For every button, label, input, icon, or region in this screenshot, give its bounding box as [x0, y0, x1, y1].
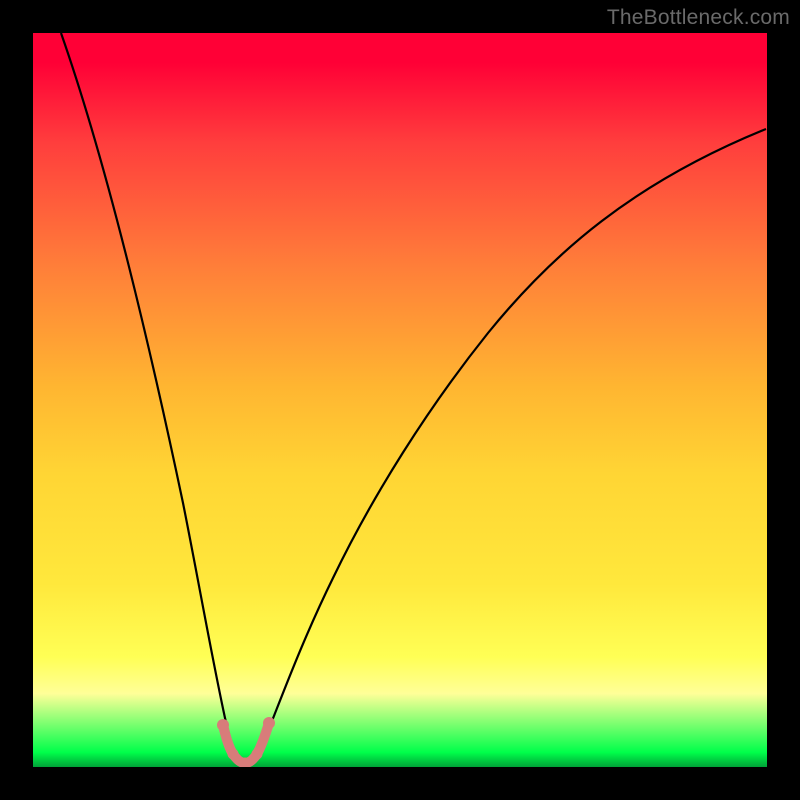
valley-dot-left	[217, 719, 229, 731]
plot-area	[33, 33, 767, 767]
bottleneck-curve	[61, 33, 766, 760]
valley-dot-mid1	[228, 749, 239, 760]
curve-layer	[33, 33, 767, 767]
valley-dot-right	[263, 717, 275, 729]
chart-stage: TheBottleneck.com	[0, 0, 800, 800]
watermark-text: TheBottleneck.com	[607, 6, 790, 30]
valley-dot-mid3	[252, 749, 263, 760]
